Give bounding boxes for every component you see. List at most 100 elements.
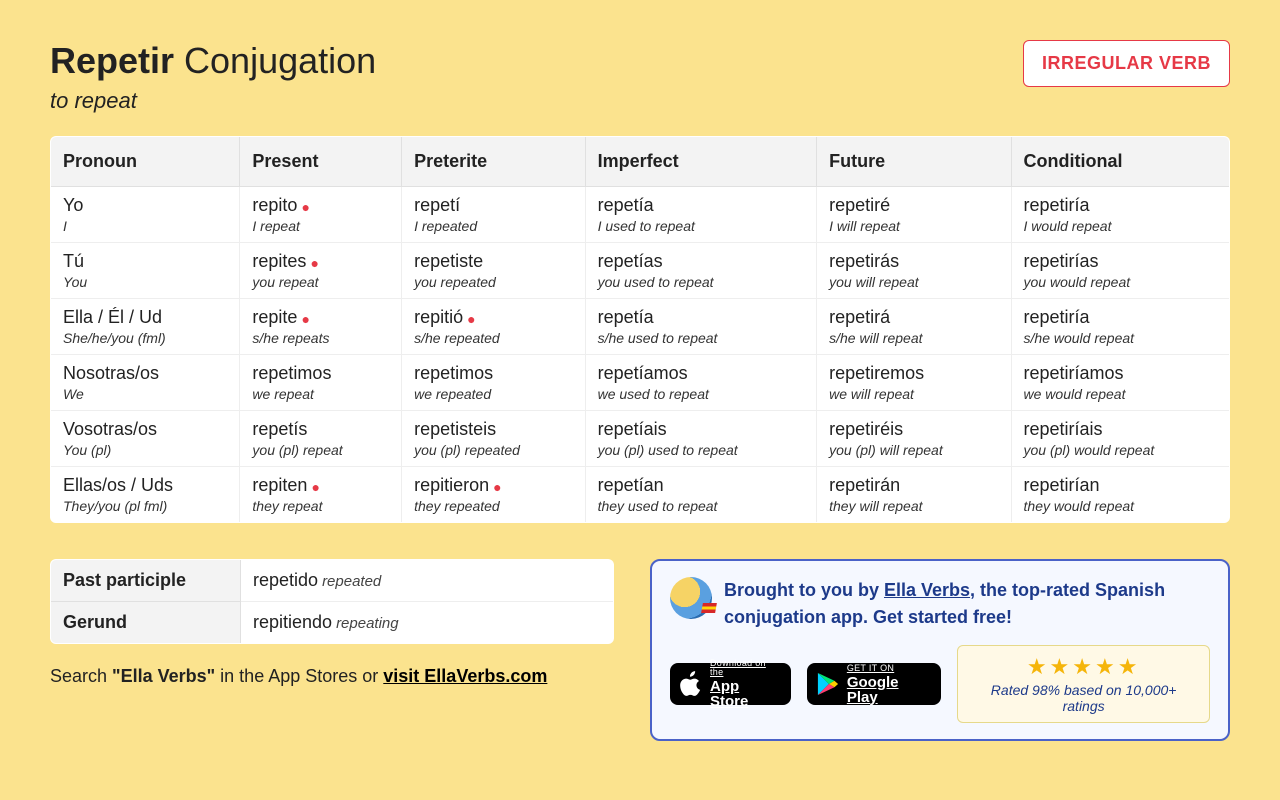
verb-form: repetirás <box>829 251 899 272</box>
bottom-left: Past participle repetidorepeated Gerund … <box>50 559 614 687</box>
irregular-dot-icon: ● <box>297 311 309 327</box>
conjugation-cell: repetimoswe repeated <box>402 355 586 411</box>
table-row: Ellas/os / UdsThey/you (pl fml)repiten●t… <box>51 467 1230 523</box>
conjugation-cell: repetiremoswe will repeat <box>817 355 1011 411</box>
verb-form: repetís <box>252 419 307 440</box>
conjugation-cell: repetiríaisyou (pl) would repeat <box>1011 411 1229 467</box>
play-small: GET IT ON <box>847 664 927 673</box>
conjugation-table: PronounPresentPreteriteImperfectFutureCo… <box>50 136 1230 523</box>
play-big: Google Play <box>847 675 927 705</box>
conjugation-cell: repetiréI will repeat <box>817 187 1011 243</box>
pronoun: Nosotras/os <box>63 363 227 384</box>
verb-gloss: I would repeat <box>1024 218 1217 234</box>
verb-form: repitieron <box>414 475 489 496</box>
conjugation-cell: repetíI repeated <box>402 187 586 243</box>
verb-gloss: I used to repeat <box>598 218 805 234</box>
verb-gloss: they used to repeat <box>598 498 805 514</box>
verb-form: repite <box>252 307 297 328</box>
verb-gloss: I repeat <box>252 218 389 234</box>
verb-form: repetían <box>598 475 664 496</box>
app-store-button[interactable]: Download on the App Store <box>670 663 791 705</box>
verb-gloss: you repeated <box>414 274 573 290</box>
past-participle-form: repetido <box>253 570 318 591</box>
verb-form: repetía <box>598 195 654 216</box>
verb-gloss: we repeated <box>414 386 573 402</box>
conjugation-cell: repetíasyou used to repeat <box>585 243 817 299</box>
verb-form: repetirías <box>1024 251 1099 272</box>
google-play-icon <box>817 672 839 696</box>
verb-form: repetiremos <box>829 363 924 384</box>
column-header: Future <box>817 137 1011 187</box>
verb-form: repito <box>252 195 297 216</box>
irregular-dot-icon: ● <box>307 479 319 495</box>
apple-icon <box>680 671 702 697</box>
pronoun-cell: TúYou <box>51 243 240 299</box>
conjugation-cell: repetirán they will repeat <box>817 467 1011 523</box>
page-subtitle: to repeat <box>50 88 376 114</box>
conjugation-cell: repetirías you would repeat <box>1011 243 1229 299</box>
pronoun-gloss: They/you (pl fml) <box>63 498 227 514</box>
rating-text: Rated 98% based on 10,000+ ratings <box>976 682 1191 714</box>
irregular-dot-icon: ● <box>297 199 309 215</box>
ella-verbs-link[interactable]: Ella Verbs <box>884 580 970 600</box>
verb-gloss: I repeated <box>414 218 573 234</box>
conjugation-cell: repito● I repeat <box>240 187 402 243</box>
column-header: Present <box>240 137 402 187</box>
page-title: Repetir Conjugation <box>50 40 376 82</box>
conjugation-cell: repetiríanthey would repeat <box>1011 467 1229 523</box>
irregular-dot-icon: ● <box>489 479 501 495</box>
verb-form: repetía <box>598 307 654 328</box>
visit-ellaverbs-link[interactable]: visit EllaVerbs.com <box>383 666 547 686</box>
verb-form: repetiría <box>1024 307 1090 328</box>
irregular-dot-icon: ● <box>463 311 475 327</box>
bottom-section: Past participle repetidorepeated Gerund … <box>50 559 1230 741</box>
past-participle-gloss: repeated <box>318 573 381 590</box>
verb-form: repetíamos <box>598 363 688 384</box>
table-row: Ella / Él / UdShe/he/you (fml)repite●s/h… <box>51 299 1230 355</box>
pronoun-gloss: I <box>63 218 227 234</box>
conjugation-cell: repetiríamoswe would repeat <box>1011 355 1229 411</box>
verb-form: repetiréis <box>829 419 903 440</box>
conjugation-cell: repetirás/he will repeat <box>817 299 1011 355</box>
title-bold: Repetir <box>50 40 174 81</box>
column-header: Preterite <box>402 137 586 187</box>
verb-gloss: we used to repeat <box>598 386 805 402</box>
irregular-dot-icon: ● <box>306 255 318 271</box>
conjugation-cell: repetía I used to repeat <box>585 187 817 243</box>
pronoun-cell: Ellas/os / UdsThey/you (pl fml) <box>51 467 240 523</box>
verb-gloss: I will repeat <box>829 218 998 234</box>
pronoun-gloss: You <box>63 274 227 290</box>
promo-box: Brought to you by Ella Verbs, the top-ra… <box>650 559 1230 741</box>
verb-form: repetirán <box>829 475 900 496</box>
conjugation-cell: repite●s/he repeats <box>240 299 402 355</box>
verb-gloss: you would repeat <box>1024 274 1217 290</box>
google-play-button[interactable]: GET IT ON Google Play <box>807 663 941 705</box>
verb-gloss: you (pl) used to repeat <box>598 442 805 458</box>
pronoun-gloss: She/he/you (fml) <box>63 330 227 346</box>
table-row: Vosotras/osYou (pl)repetísyou (pl) repea… <box>51 411 1230 467</box>
verb-gloss: you will repeat <box>829 274 998 290</box>
table-row: Nosotras/osWerepetimoswe repeatrepetimos… <box>51 355 1230 411</box>
pronoun: Ella / Él / Ud <box>63 307 227 328</box>
verb-form: repetirá <box>829 307 890 328</box>
gerund-form: repitiendo <box>253 612 332 633</box>
conjugation-cell: repetisteisyou (pl) repeated <box>402 411 586 467</box>
verb-gloss: they would repeat <box>1024 498 1217 514</box>
conjugation-cell: repetisteyou repeated <box>402 243 586 299</box>
verb-form: repetiríais <box>1024 419 1103 440</box>
conjugation-cell: repetían they used to repeat <box>585 467 817 523</box>
column-header: Conditional <box>1011 137 1229 187</box>
promo-text-before: Brought to you by <box>724 580 884 600</box>
title-rest: Conjugation <box>174 40 376 81</box>
verb-gloss: they repeat <box>252 498 389 514</box>
search-note-prefix: Search <box>50 666 112 686</box>
verb-gloss: s/he repeated <box>414 330 573 346</box>
gerund-gloss: repeating <box>332 615 399 632</box>
verb-gloss: s/he used to repeat <box>598 330 805 346</box>
pronoun-cell: Vosotras/osYou (pl) <box>51 411 240 467</box>
conjugation-cell: repetíaisyou (pl) used to repeat <box>585 411 817 467</box>
pronoun: Vosotras/os <box>63 419 227 440</box>
conjugation-cell: repitió●s/he repeated <box>402 299 586 355</box>
verb-gloss: you repeat <box>252 274 389 290</box>
verb-gloss: they will repeat <box>829 498 998 514</box>
